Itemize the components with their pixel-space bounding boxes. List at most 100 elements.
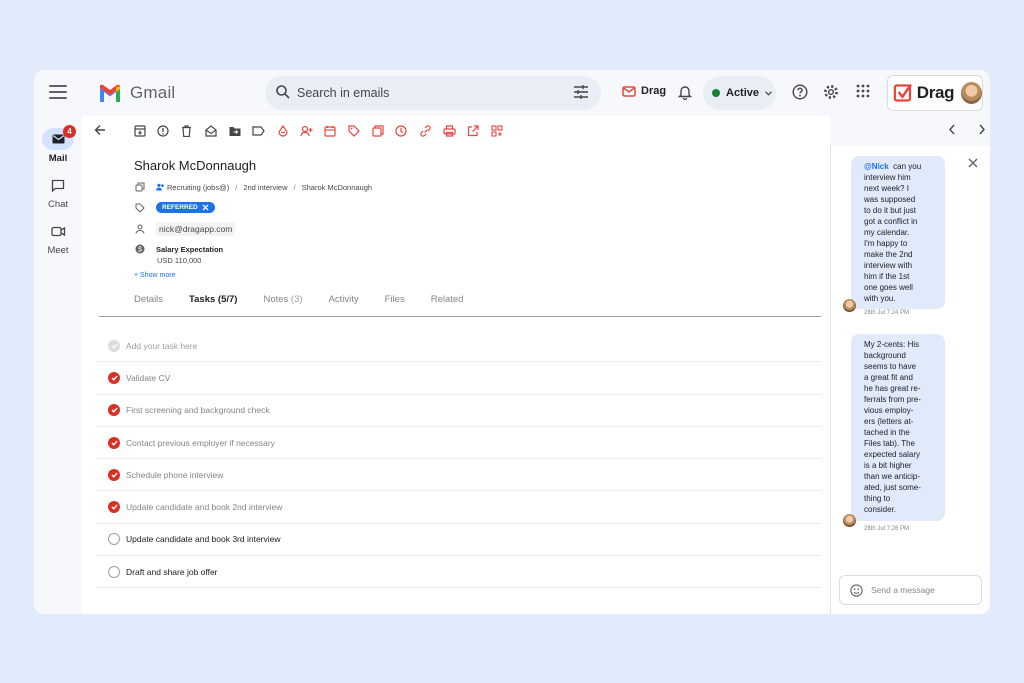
task-row[interactable]: Update candidate and book 3rd interview bbox=[96, 524, 821, 557]
drag-button[interactable]: Drag bbox=[622, 85, 666, 97]
rail-meet[interactable]: Meet bbox=[40, 220, 76, 256]
message-text-line: to do it but just bbox=[864, 206, 917, 216]
message-text-line: ers (letters at- bbox=[864, 417, 914, 427]
chat-message: @Nick can you interview him next week? Iwa… bbox=[851, 156, 945, 310]
tab-notes-count: (3) bbox=[290, 294, 303, 305]
report-spam-icon[interactable] bbox=[155, 123, 171, 139]
search-options-icon[interactable] bbox=[573, 85, 589, 99]
open-external-icon[interactable] bbox=[465, 123, 481, 139]
breadcrumb-board[interactable]: Recruiting (jobs@) bbox=[167, 183, 229, 192]
delete-trash-icon[interactable] bbox=[178, 123, 194, 139]
back-arrow-icon[interactable] bbox=[94, 124, 106, 136]
tag-outline-icon bbox=[134, 203, 146, 213]
message-text-line: ated, just some- bbox=[864, 483, 921, 493]
rail-mail[interactable]: 4 Mail bbox=[40, 125, 76, 164]
apps-grid-icon[interactable] bbox=[856, 84, 870, 98]
task-row[interactable]: Draft and share job offer bbox=[96, 556, 821, 589]
breadcrumb-separator: / bbox=[293, 182, 296, 192]
breadcrumb: Recruiting (jobs@) / 2nd interview / Sha… bbox=[134, 182, 372, 192]
email-subject: Sharok McDonnaugh bbox=[134, 158, 257, 173]
snooze-clock-icon[interactable] bbox=[393, 123, 409, 139]
message-text-line: consider. bbox=[864, 505, 897, 515]
tag-chip[interactable]: REFERRED bbox=[156, 202, 215, 213]
close-icon[interactable] bbox=[968, 158, 978, 168]
board-card-icon[interactable] bbox=[370, 123, 386, 139]
chat-message: My 2-cents: His background seems to have a … bbox=[851, 334, 945, 521]
contact-email[interactable]: nick@dragapp.com bbox=[156, 222, 236, 236]
archive-icon[interactable] bbox=[132, 123, 148, 139]
task-row[interactable]: Update candidate and book 2nd interview bbox=[96, 491, 821, 524]
tab-notes[interactable]: Notes (3) bbox=[263, 294, 302, 305]
main-menu-icon[interactable] bbox=[49, 85, 67, 99]
remove-tag-icon[interactable] bbox=[202, 204, 209, 211]
task-row[interactable]: First screening and background check bbox=[96, 395, 821, 427]
rail-mail-label: Mail bbox=[48, 153, 68, 164]
detail-tabs: Details Tasks (5/7) Notes (3) Activity F… bbox=[134, 294, 489, 305]
gmail-logo[interactable]: Gmail bbox=[98, 83, 175, 103]
add-task-row[interactable]: Add your task here bbox=[96, 330, 821, 363]
move-to-folder-icon[interactable] bbox=[227, 123, 243, 139]
emoji-icon[interactable] bbox=[850, 583, 863, 597]
user-mention[interactable]: @Nick bbox=[864, 162, 889, 171]
search-bar[interactable]: Search in emails bbox=[265, 76, 601, 110]
task-completed-check-icon[interactable] bbox=[108, 501, 120, 514]
user-avatar[interactable] bbox=[961, 82, 982, 104]
task-row[interactable]: Contact previous employer if necessary bbox=[96, 427, 821, 460]
rail-chat-label: Chat bbox=[47, 199, 69, 210]
task-completed-check-icon[interactable] bbox=[108, 468, 120, 481]
task-checkbox[interactable] bbox=[108, 533, 120, 546]
tag-icon[interactable] bbox=[346, 123, 362, 139]
breadcrumb-stage[interactable]: 2nd interview bbox=[243, 183, 287, 192]
message-text-line: than we anticip- bbox=[864, 472, 921, 482]
previous-icon[interactable] bbox=[948, 124, 956, 135]
task-checkbox[interactable] bbox=[108, 565, 120, 578]
show-more-link[interactable]: + Show more bbox=[134, 272, 175, 279]
message-text-line: him if the 1st bbox=[864, 272, 910, 282]
message-text-line: I'm happy to bbox=[864, 239, 908, 249]
tab-activity[interactable]: Activity bbox=[329, 294, 359, 305]
message-input[interactable]: Send a message bbox=[871, 585, 935, 595]
message-composer[interactable]: Send a message bbox=[839, 575, 982, 605]
task-completed-check-icon[interactable] bbox=[108, 371, 120, 384]
label-icon[interactable] bbox=[250, 123, 266, 139]
help-icon[interactable] bbox=[792, 84, 808, 100]
status-selector[interactable]: Active bbox=[703, 76, 776, 110]
tab-files[interactable]: Files bbox=[385, 294, 405, 305]
task-completed-check-icon[interactable] bbox=[108, 436, 120, 449]
task-row[interactable]: Schedule phone interview bbox=[96, 459, 821, 492]
tab-notes-label: Notes bbox=[263, 294, 289, 305]
message-text-line: interview him bbox=[864, 173, 911, 183]
copy-link-icon[interactable] bbox=[417, 123, 433, 139]
drag-remove-icon[interactable] bbox=[275, 123, 291, 139]
message-text-line: tached in the bbox=[864, 428, 910, 438]
search-input[interactable]: Search in emails bbox=[297, 86, 389, 100]
rail-chat[interactable]: Chat bbox=[40, 174, 76, 210]
breadcrumb-card[interactable]: Sharok McDonnaugh bbox=[302, 183, 372, 192]
add-task-input[interactable]: Add your task here bbox=[126, 341, 197, 351]
add-task-check-icon bbox=[108, 339, 120, 352]
drag-brand-badge[interactable]: Drag bbox=[887, 75, 983, 111]
task-row[interactable]: Validate CV bbox=[96, 362, 821, 395]
mark-as-read-icon[interactable] bbox=[203, 123, 219, 139]
drag-checkbox-logo-icon bbox=[893, 83, 912, 102]
email-view: Sharok McDonnaugh Recruiting (jobs@) / 2… bbox=[82, 116, 955, 614]
task-label: Update candidate and book 3rd interview bbox=[126, 534, 281, 545]
status-label: Active bbox=[726, 87, 760, 99]
task-completed-check-icon[interactable] bbox=[108, 404, 120, 417]
due-date-calendar-icon[interactable] bbox=[322, 123, 338, 139]
more-apps-icon[interactable] bbox=[489, 123, 505, 139]
svg-text:$: $ bbox=[138, 247, 142, 254]
message-timestamp: 28th Jul 7:26 PM bbox=[864, 526, 910, 532]
message-text-line: interview with bbox=[864, 261, 913, 271]
gmail-window: Gmail Search in emails Drag Active Drag … bbox=[34, 70, 990, 614]
chat-icon bbox=[51, 179, 65, 192]
tab-tasks[interactable]: Tasks (5/7) bbox=[189, 294, 237, 305]
tab-related[interactable]: Related bbox=[431, 294, 464, 305]
search-icon[interactable] bbox=[275, 84, 291, 100]
assign-user-icon[interactable] bbox=[298, 123, 314, 139]
next-icon[interactable] bbox=[978, 124, 986, 135]
settings-gear-icon[interactable] bbox=[823, 84, 839, 100]
tab-details[interactable]: Details bbox=[134, 294, 163, 305]
notifications-icon[interactable] bbox=[678, 84, 692, 100]
print-icon[interactable] bbox=[441, 123, 457, 139]
